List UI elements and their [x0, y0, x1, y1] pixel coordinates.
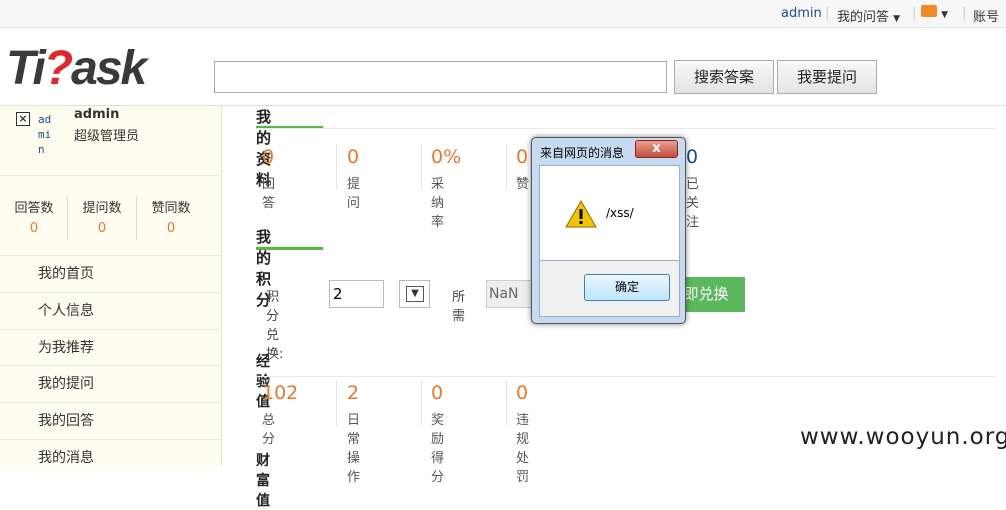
exp-label: 总分 [262, 413, 276, 447]
top-bar: admin | 我的问答 ▼ | ▼ | 账号 [0, 0, 1006, 28]
dialog-title: 来自网页的消息 [540, 146, 625, 160]
my-qa-menu[interactable]: 我的问答 ▼ [837, 6, 900, 25]
stat-label: 已关注 [686, 177, 700, 230]
sidebar-item-home[interactable]: 我的首页 [0, 255, 222, 292]
questions-count-label: 提问数 [82, 201, 122, 216]
divider: | [962, 6, 967, 21]
search-input[interactable] [214, 61, 667, 93]
sidebar-item-my-questions[interactable]: 我的提问 [0, 365, 222, 402]
divider [421, 380, 422, 426]
exp-label: 违规处罚 [516, 413, 530, 485]
section-title-wealth: 财富值 [256, 453, 270, 509]
header: Ti?ask 搜索答案 我要提问 [0, 28, 1006, 106]
alert-dialog: 来自网页的消息 x /xss/ 确定 [531, 137, 686, 324]
questions-count[interactable]: 0 [68, 221, 136, 236]
answers-count[interactable]: 0 [0, 221, 68, 236]
stat-label: 提问 [347, 177, 361, 211]
divider [336, 380, 337, 426]
exchange-amount-input[interactable] [329, 280, 384, 308]
chevron-down-icon: ▼ [941, 10, 949, 20]
divider [421, 144, 422, 190]
divider [256, 128, 996, 129]
sidebar-item-messages[interactable]: 我的消息 [0, 439, 222, 476]
sidebar-item-my-answers[interactable]: 我的回答 [0, 402, 222, 439]
need-label: 所需 [452, 290, 466, 324]
sidebar: × ad mi n admin 超级管理员 回答数 0 提问数 0 赞同数 0 … [0, 106, 222, 466]
stat-value: 0 [516, 146, 529, 168]
stat-label: 回答 [262, 177, 276, 211]
dialog-close-button[interactable]: x [635, 140, 678, 158]
likes-count[interactable]: 0 [137, 221, 205, 236]
account-menu[interactable]: 账号 [973, 6, 999, 25]
dialog-body: /xss/ [539, 165, 680, 261]
warning-icon [565, 200, 597, 228]
divider [336, 144, 337, 190]
stat-label: 赞 [516, 177, 530, 192]
logo-text-ti: Ti [6, 42, 46, 95]
answers-count-label: 回答数 [14, 201, 54, 216]
watermark: www.wooyun.org [800, 424, 1006, 450]
exp-label: 日常操作 [347, 413, 361, 485]
divider: | [825, 6, 830, 21]
sidebar-item-profile[interactable]: 个人信息 [0, 292, 222, 329]
logo[interactable]: Ti?ask [6, 42, 147, 95]
stat-value: 0 [686, 146, 699, 168]
chevron-down-icon: ▼ [406, 286, 424, 302]
chevron-down-icon: ▼ [893, 14, 901, 24]
close-icon: x [652, 141, 661, 156]
divider [0, 175, 218, 176]
exp-value: 2 [347, 382, 360, 404]
dialog-message: /xss/ [606, 206, 634, 220]
section-underline [256, 247, 323, 250]
ok-button[interactable]: 确定 [584, 274, 670, 301]
divider [506, 380, 507, 426]
ask-question-button[interactable]: 我要提问 [777, 60, 877, 94]
stat-value: 0% [431, 146, 462, 168]
mail-icon [921, 5, 937, 17]
my-qa-label: 我的问答 [837, 10, 890, 25]
divider [506, 144, 507, 190]
exp-value: 102 [262, 382, 299, 404]
profile-role: 超级管理员 [74, 129, 140, 144]
stat-value: 0 [262, 146, 275, 168]
stat-value: 0 [347, 146, 360, 168]
stat-label: 采纳率 [431, 177, 445, 230]
exp-value: 0 [431, 382, 444, 404]
logo-question-mark: ? [43, 42, 73, 95]
broken-image-icon: × [16, 112, 30, 126]
divider: | [912, 6, 917, 21]
avatar[interactable]: ad mi n [38, 112, 54, 157]
logo-text-ask: ask [71, 42, 147, 95]
likes-count-label: 赞同数 [151, 201, 191, 216]
exp-value: 0 [516, 382, 529, 404]
search-button[interactable]: 搜索答案 [674, 60, 774, 94]
exchange-select[interactable]: ▼ [399, 280, 430, 308]
divider [256, 376, 996, 377]
exp-label: 奖励得分 [431, 413, 445, 485]
profile-name[interactable]: admin [74, 107, 119, 122]
user-link[interactable]: admin [781, 6, 822, 21]
sidebar-item-recommend[interactable]: 为我推荐 [0, 329, 222, 366]
mail-menu[interactable]: ▼ [921, 5, 948, 21]
